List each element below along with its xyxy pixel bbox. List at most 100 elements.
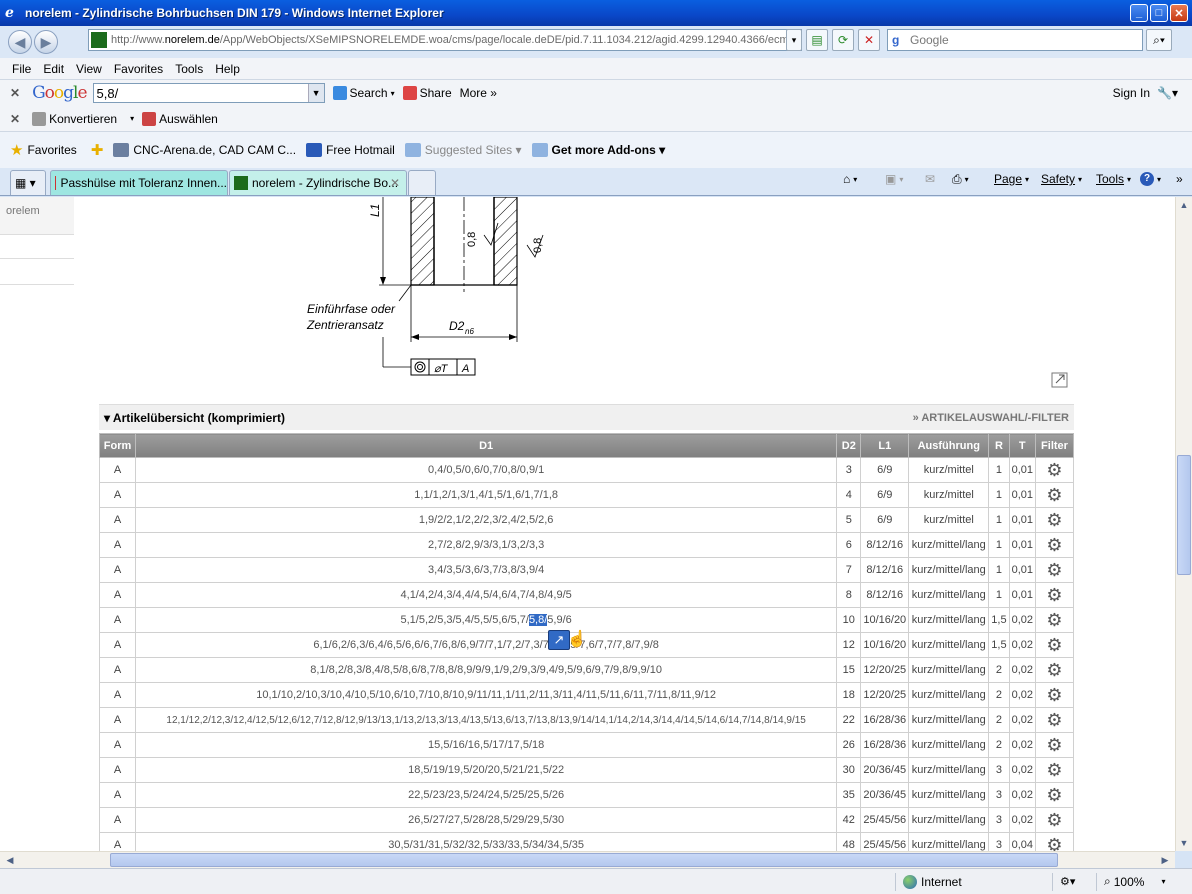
gear-icon[interactable]: ⚙ — [1046, 761, 1064, 779]
tab-passhulse[interactable]: Passhülse mit Toleranz Innen... — [50, 170, 228, 195]
page-menu[interactable]: Page ▾ — [994, 172, 1029, 186]
share-button[interactable]: Share — [402, 86, 452, 100]
gear-icon[interactable]: ⚙ — [1046, 736, 1064, 754]
article-filter-link[interactable]: » ARTIKELAUSWAHL/-FILTER — [913, 412, 1069, 424]
left-nav-item[interactable]: orelem — [0, 197, 74, 235]
search-input[interactable]: g Google — [887, 29, 1143, 51]
vertical-scrollbar[interactable]: ▲ ▼ — [1175, 197, 1192, 851]
stop-icon[interactable]: ✕ — [858, 29, 880, 51]
filter-cell[interactable]: ⚙ — [1035, 657, 1074, 683]
tools-menu[interactable]: Tools ▾ — [1096, 172, 1131, 186]
filter-cell[interactable]: ⚙ — [1035, 557, 1074, 583]
print-button[interactable]: ⎙ ▾ — [952, 172, 969, 187]
menu-view[interactable]: View — [76, 62, 102, 76]
col-l1[interactable]: L1 — [860, 433, 910, 458]
minimize-button[interactable]: _ — [1130, 4, 1148, 22]
menu-file[interactable]: File — [12, 62, 31, 76]
close-tab-icon[interactable]: ✕ — [390, 176, 400, 190]
new-tab-button[interactable] — [408, 170, 436, 195]
refresh-icon[interactable]: ⟳ — [832, 29, 854, 51]
feeds-button[interactable]: ▣ ▾ — [885, 172, 903, 186]
tab-norelem[interactable]: norelem - Zylindrische Bo... ✕ — [229, 170, 407, 195]
help-button[interactable]: ? ▾ — [1140, 172, 1161, 186]
gear-icon[interactable]: ⚙ — [1046, 536, 1064, 554]
konvertieren-button[interactable]: Konvertieren ▾ — [32, 111, 134, 126]
maximize-button[interactable]: □ — [1150, 4, 1168, 22]
col-ausfuehrung[interactable]: Ausführung — [908, 433, 990, 458]
security-zone[interactable]: Internet — [903, 874, 962, 889]
scroll-up-icon[interactable]: ▲ — [1176, 197, 1192, 213]
section-title[interactable]: ▾ Artikelübersicht (komprimiert) — [104, 411, 285, 425]
quick-tabs-button[interactable]: ▦ ▾ — [10, 170, 46, 195]
gear-icon[interactable]: ⚙ — [1046, 711, 1064, 729]
fav-get-addons[interactable]: Get more Add-ons ▾ — [531, 143, 665, 157]
fav-cnc-arena[interactable]: CNC-Arena.de, CAD CAM C... — [113, 143, 296, 157]
col-form[interactable]: Form — [99, 433, 136, 458]
google-search-button[interactable]: Search ▾ — [332, 86, 395, 100]
favorites-button[interactable]: ★ Favorites — [10, 141, 77, 159]
scroll-left-icon[interactable]: ◀ — [2, 852, 18, 868]
horizontal-scrollbar[interactable]: ◀ ▶ — [0, 851, 1175, 868]
scroll-thumb[interactable] — [110, 853, 1058, 867]
gear-icon[interactable]: ⚙ — [1046, 836, 1064, 851]
address-dropdown-icon[interactable]: ▾ — [786, 29, 802, 51]
menu-tools[interactable]: Tools — [175, 62, 203, 76]
gear-icon[interactable]: ⚙ — [1046, 611, 1064, 629]
scroll-thumb[interactable] — [1177, 455, 1191, 575]
filter-cell[interactable]: ⚙ — [1035, 757, 1074, 783]
compatibility-view-icon[interactable]: ▤ — [806, 29, 828, 51]
protected-mode-icon[interactable]: ⚙▾ — [1060, 875, 1075, 888]
filter-cell[interactable]: ⚙ — [1035, 607, 1074, 633]
scroll-right-icon[interactable]: ▶ — [1157, 852, 1173, 868]
add-favorite-icon[interactable]: ✚ — [91, 141, 104, 159]
filter-cell[interactable]: ⚙ — [1035, 507, 1074, 533]
close-toolbar-icon[interactable]: ✕ — [10, 86, 20, 100]
fav-free-hotmail[interactable]: Free Hotmail — [306, 143, 395, 157]
filter-cell[interactable]: ⚙ — [1035, 682, 1074, 708]
gear-icon[interactable]: ⚙ — [1046, 511, 1064, 529]
mail-button[interactable]: ✉ — [925, 172, 935, 186]
gear-icon[interactable]: ⚙ — [1046, 586, 1064, 604]
auswaehlen-button[interactable]: Auswählen — [142, 111, 218, 126]
gear-icon[interactable]: ⚙ — [1046, 561, 1064, 579]
selected-text[interactable]: 5,8/ — [528, 614, 548, 626]
filter-cell[interactable]: ⚙ — [1035, 832, 1074, 851]
filter-cell[interactable]: ⚙ — [1035, 707, 1074, 733]
close-button[interactable]: ✕ — [1170, 4, 1188, 22]
col-d2[interactable]: D2 — [836, 433, 862, 458]
forward-button[interactable]: ▶ — [34, 30, 58, 54]
fav-suggested-sites[interactable]: Suggested Sites ▾ — [404, 143, 522, 157]
gear-icon[interactable]: ⚙ — [1046, 811, 1064, 829]
menu-favorites[interactable]: Favorites — [114, 62, 163, 76]
gear-icon[interactable]: ⚙ — [1046, 636, 1064, 654]
gear-icon[interactable]: ⚙ — [1046, 786, 1064, 804]
article-overview-header[interactable]: ▾ Artikelübersicht (komprimiert) » ARTIK… — [99, 404, 1074, 430]
safety-menu[interactable]: Safety ▾ — [1041, 172, 1082, 186]
gear-icon[interactable]: ⚙ — [1046, 686, 1064, 704]
filter-cell[interactable]: ⚙ — [1035, 532, 1074, 558]
enlarge-icon[interactable] — [1051, 372, 1068, 388]
more-button[interactable]: More » — [460, 86, 497, 100]
scroll-down-icon[interactable]: ▼ — [1176, 835, 1192, 851]
left-nav-item[interactable] — [0, 259, 74, 285]
filter-cell[interactable]: ⚙ — [1035, 732, 1074, 758]
back-button[interactable]: ◀ — [8, 30, 32, 54]
menu-edit[interactable]: Edit — [43, 62, 64, 76]
filter-cell[interactable]: ⚙ — [1035, 582, 1074, 608]
menu-help[interactable]: Help — [215, 62, 240, 76]
filter-cell[interactable]: ⚙ — [1035, 482, 1074, 508]
home-button[interactable]: ⌂ ▾ — [843, 172, 857, 186]
address-bar[interactable]: http://www. norelem.de/App/WebObjects/XSe… — [88, 29, 802, 51]
filter-cell[interactable]: ⚙ — [1035, 632, 1074, 658]
filter-cell[interactable]: ⚙ — [1035, 782, 1074, 808]
gear-icon[interactable]: ⚙ — [1046, 486, 1064, 504]
dropdown-icon[interactable]: ▼ — [307, 84, 324, 102]
col-filter[interactable]: Filter — [1035, 433, 1074, 458]
filter-cell[interactable]: ⚙ — [1035, 457, 1074, 483]
left-nav-item[interactable] — [0, 235, 74, 259]
gear-icon[interactable]: ⚙ — [1046, 461, 1064, 479]
filter-cell[interactable]: ⚙ — [1035, 807, 1074, 833]
col-t[interactable]: T — [1008, 433, 1037, 458]
sign-in-button[interactable]: Sign In 🔧▾ — [1113, 86, 1178, 100]
chevron-right-icon[interactable]: » — [1176, 172, 1183, 186]
